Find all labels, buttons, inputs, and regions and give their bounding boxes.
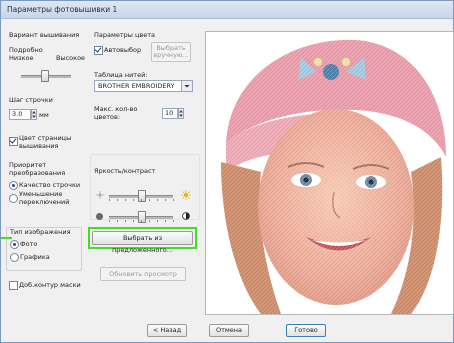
slider-tick xyxy=(141,199,142,201)
manual-select-button[interactable]: Выбрать вручную... xyxy=(151,42,191,62)
transform-priority-title: Приоритет преобразования xyxy=(9,161,66,177)
brightness-contrast-title: Яркость/контраст xyxy=(94,167,156,175)
cancel-button[interactable]: Отмена xyxy=(209,324,249,337)
brightness-slider-thumb[interactable] xyxy=(138,190,146,202)
slider-tick xyxy=(109,220,110,222)
slider-tick xyxy=(173,199,174,201)
slider-tick xyxy=(165,199,166,201)
detail-label: Подробно xyxy=(9,46,43,54)
max-colors-spin-icon[interactable] xyxy=(178,108,184,119)
stitch-step-unit: мм xyxy=(39,111,49,119)
slider-tick xyxy=(141,220,142,222)
window-title: Параметры фотовышивки 1 xyxy=(7,5,118,14)
contrast-low-icon xyxy=(96,213,103,220)
max-colors-input[interactable]: 10 xyxy=(162,108,178,119)
embroidery-preview[interactable] xyxy=(205,31,454,315)
back-button[interactable]: < Назад xyxy=(147,324,187,337)
variant-title: Вариант вышивания xyxy=(9,31,80,39)
highlight-pointer-line xyxy=(1,237,12,239)
low-label: Низкое xyxy=(9,54,34,62)
slider-tick xyxy=(109,199,110,201)
page-color-label: Цвет страницы вышивания xyxy=(19,134,72,150)
radio-stitch-quality[interactable] xyxy=(9,181,18,190)
slider-tick xyxy=(173,220,174,222)
done-button[interactable]: Готово xyxy=(286,324,326,337)
slider-tick xyxy=(133,199,134,201)
thread-table-value: BROTHER EMBROIDERY xyxy=(98,82,175,90)
radio-graphics[interactable] xyxy=(10,253,19,262)
image-type-title: Тип изображения xyxy=(9,228,72,236)
auto-select-label: Автовыбор xyxy=(104,46,142,54)
variant-slider-thumb[interactable] xyxy=(40,70,49,82)
slider-tick xyxy=(117,199,118,201)
slider-tick xyxy=(149,220,150,222)
slider-tick xyxy=(157,220,158,222)
contrast-slider-thumb[interactable] xyxy=(138,211,146,223)
embroidered-portrait-image xyxy=(206,32,453,314)
title-bar: Параметры фотовышивки 1 xyxy=(1,1,453,19)
slider-tick xyxy=(133,220,134,222)
page-color-checkbox[interactable] xyxy=(9,137,18,146)
thread-table-select[interactable]: BROTHER EMBROIDERY xyxy=(94,80,193,92)
thread-table-label: Таблица нитей: xyxy=(94,71,148,79)
refresh-preview-button[interactable]: Обновить просмотр xyxy=(100,267,186,281)
slider-tick xyxy=(165,220,166,222)
extra-contour-label: Доб.контур маски xyxy=(19,281,81,289)
max-colors-label: Макс. кол-во цветов: xyxy=(94,105,138,121)
choose-suggested-button[interactable]: Выбрать из предложенного... xyxy=(92,231,193,254)
sun-small-icon xyxy=(96,191,104,199)
stitch-quality-label: Качество строчки xyxy=(19,181,81,189)
stitch-step-spin-icon[interactable] xyxy=(31,109,37,120)
graphics-label: Графика xyxy=(20,253,50,261)
extra-contour-checkbox[interactable] xyxy=(9,281,18,290)
stitch-step-label: Шаг строчки xyxy=(9,96,53,104)
auto-select-checkbox[interactable] xyxy=(94,46,103,55)
contrast-high-icon xyxy=(182,212,190,220)
slider-tick xyxy=(149,199,150,201)
radio-fewer-switches[interactable] xyxy=(9,194,18,203)
slider-tick xyxy=(125,199,126,201)
slider-tick xyxy=(117,220,118,222)
photo-label: Фото xyxy=(20,240,38,248)
dropdown-arrow-icon[interactable] xyxy=(181,81,192,91)
sun-large-icon xyxy=(181,190,191,200)
color-params-title: Параметры цвета xyxy=(94,31,156,39)
stitch-step-input[interactable]: 3.0 xyxy=(9,109,31,120)
photo-embroidery-dialog: Параметры фотовышивки 1 Вариант вышивани… xyxy=(0,0,454,343)
fewer-switches-label: Уменьшение переключений xyxy=(19,190,70,206)
radio-photo[interactable] xyxy=(10,240,19,249)
high-label: Высокое xyxy=(56,54,86,62)
slider-tick xyxy=(125,220,126,222)
slider-tick xyxy=(157,199,158,201)
